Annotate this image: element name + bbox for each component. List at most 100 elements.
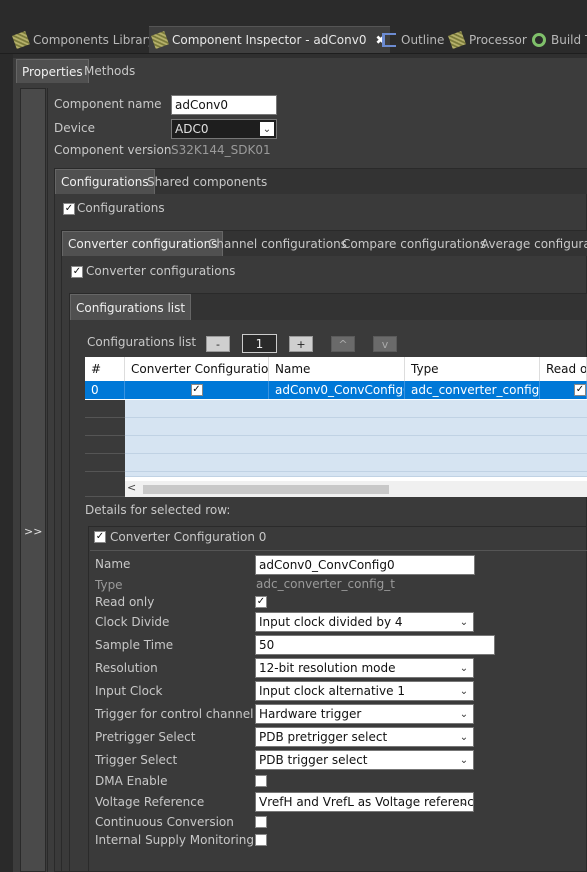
dma-enable-label: DMA Enable: [95, 774, 168, 788]
tab-methods[interactable]: Methods: [79, 59, 140, 83]
component-name-label: Component name: [54, 97, 162, 111]
row-index: 0: [85, 381, 125, 399]
row-gutter: [85, 400, 125, 418]
chevron-down-icon: ⌄: [459, 731, 469, 743]
tab-channel-configurations[interactable]: Channel configurations: [203, 231, 352, 256]
empty-row: [85, 418, 587, 436]
converter-configurations-checkbox[interactable]: ✓: [71, 266, 83, 278]
field-name-input[interactable]: adConv0_ConvConfig0: [255, 555, 475, 575]
chevron-down-icon: ⌄: [459, 662, 469, 674]
trigger-select-label: Trigger Select: [95, 753, 178, 767]
remove-config-button[interactable]: -: [206, 336, 230, 352]
col-header-name[interactable]: Name: [269, 357, 405, 381]
pretrigger-label: Pretrigger Select: [95, 730, 196, 744]
details-check-label: Converter Configuration 0: [110, 530, 267, 544]
input-clock-label: Input Clock: [95, 684, 163, 698]
move-down-button[interactable]: v: [373, 336, 397, 352]
configurations-checkbox[interactable]: ✓: [63, 203, 75, 215]
device-label: Device: [54, 121, 96, 135]
tab-configurations[interactable]: Configurations: [55, 169, 155, 194]
col-header-type[interactable]: Type: [405, 357, 540, 381]
tab-component-inspector[interactable]: Component Inspector - adConv0 ✖: [149, 26, 390, 53]
clock-divide-select[interactable]: Input clock divided by 4 ⌄: [255, 612, 474, 632]
row-gutter: [85, 472, 125, 497]
expand-button[interactable]: >>: [24, 525, 42, 538]
tab-properties[interactable]: Properties: [16, 59, 89, 83]
component-version-value: S32K144_SDK01: [171, 143, 271, 157]
col-header-index[interactable]: #: [85, 357, 125, 381]
chevron-down-icon: ⌄: [459, 754, 469, 766]
empty-row: [85, 436, 587, 454]
continuous-conversion-label: Continuous Conversion: [95, 815, 234, 829]
component-icon: [12, 30, 30, 49]
field-type-label: Type: [95, 578, 123, 592]
col-header-converter-config[interactable]: Converter Configuration: [125, 357, 269, 381]
row-enabled-checkbox[interactable]: ✓: [190, 384, 203, 396]
trigger-control-select[interactable]: Hardware trigger ⌄: [255, 704, 474, 724]
tab-processor[interactable]: Processor: [446, 26, 531, 53]
details-heading: Details for selected row:: [85, 503, 231, 517]
scrollbar-thumb[interactable]: [143, 485, 389, 494]
readonly-checkbox[interactable]: ✓: [255, 596, 267, 608]
trigger-control-label: Trigger for control channel 0: [95, 707, 265, 721]
tab-build-targets[interactable]: Build Ta: [528, 26, 587, 53]
row-name: adConv0_ConvConfig0: [269, 381, 405, 399]
device-select[interactable]: ADC0 ⌄: [171, 119, 277, 139]
col-header-read-only[interactable]: Read or: [540, 357, 587, 381]
trigger-select-dropdown[interactable]: PDB trigger select ⌄: [255, 750, 474, 770]
tab-components-library[interactable]: Components Library: [10, 26, 159, 53]
pretrigger-select[interactable]: PDB pretrigger select ⌄: [255, 727, 474, 747]
row-gutter: [85, 454, 125, 472]
configurations-check-label: Configurations: [77, 201, 165, 215]
move-up-button[interactable]: ^: [331, 336, 355, 352]
horizontal-scrollbar[interactable]: <: [125, 481, 587, 497]
tab-outline[interactable]: Outline: [378, 26, 448, 53]
chevron-down-icon: ⌄: [459, 708, 469, 720]
field-name-label: Name: [95, 557, 131, 571]
add-config-button[interactable]: +: [289, 336, 313, 352]
chevron-down-icon: ⌄: [260, 122, 274, 136]
converter-check-label: Converter configurations: [86, 264, 236, 278]
left-edge: [0, 54, 13, 872]
config-count-field[interactable]: 1: [242, 334, 277, 353]
empty-row: [85, 472, 587, 477]
clock-divide-label: Clock Divide: [95, 615, 170, 629]
collapse-bar[interactable]: >>: [20, 88, 46, 872]
field-readonly-label: Read only: [95, 595, 155, 609]
chevron-down-icon: ⌄: [459, 685, 469, 697]
voltage-reference-label: Voltage Reference: [95, 795, 205, 809]
component-name-input[interactable]: adConv0: [171, 95, 277, 115]
row-readonly-cell: ✓: [540, 381, 587, 399]
chevron-down-icon: ⌄: [459, 616, 469, 628]
tab-converter-configurations[interactable]: Converter configurations: [62, 231, 224, 256]
continuous-conversion-checkbox[interactable]: [255, 816, 267, 828]
build-icon: [532, 32, 546, 47]
tab-shared-components[interactable]: Shared components: [142, 169, 272, 194]
tab-compare-configurations[interactable]: Compare configurations: [337, 231, 491, 256]
field-type-value: adc_converter_config_t: [256, 577, 395, 591]
component-icon: [448, 30, 466, 49]
row-gutter: [85, 436, 125, 454]
scroll-left-icon[interactable]: <: [127, 481, 136, 494]
internal-supply-checkbox[interactable]: [255, 834, 267, 846]
tab-configurations-list[interactable]: Configurations list: [70, 294, 192, 320]
resolution-select[interactable]: 12-bit resolution mode ⌄: [255, 658, 474, 678]
row-converter-cell: ✓: [125, 381, 269, 399]
input-clock-select[interactable]: Input clock alternative 1 ⌄: [255, 681, 474, 701]
row-gutter: [85, 418, 125, 436]
internal-supply-label: Internal Supply Monitoring: [95, 833, 254, 847]
row-readonly-checkbox[interactable]: ✓: [574, 384, 586, 396]
sample-time-input[interactable]: 50: [255, 635, 495, 655]
resolution-label: Resolution: [95, 661, 158, 675]
details-enable-checkbox[interactable]: ✓: [94, 531, 106, 543]
empty-row: [85, 400, 587, 418]
component-icon: [151, 31, 169, 49]
sample-time-label: Sample Time: [95, 638, 174, 652]
list-toolbar-label: Configurations list: [87, 335, 197, 349]
tab-average-configurations[interactable]: Average configuratio: [476, 231, 587, 256]
dma-enable-checkbox[interactable]: [255, 775, 267, 787]
voltage-reference-select[interactable]: VrefH and VrefL as Voltage reference. ⌄: [255, 792, 474, 812]
outline-icon: [382, 32, 396, 47]
configurations-table: # Converter Configuration Name Type Read…: [85, 357, 587, 497]
component-version-label: Component version: [54, 143, 172, 157]
